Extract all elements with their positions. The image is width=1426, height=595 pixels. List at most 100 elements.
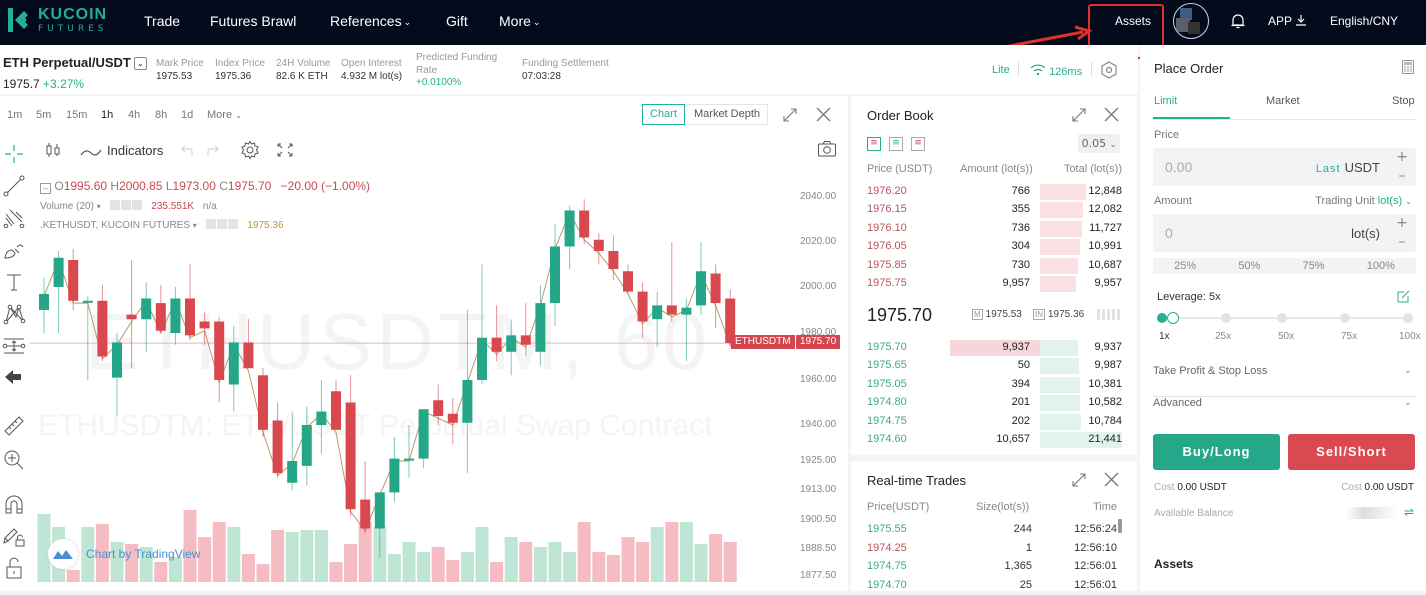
close-icon[interactable] xyxy=(1104,472,1119,487)
timeframe-15m[interactable]: 15m xyxy=(66,109,87,121)
candle[interactable] xyxy=(126,260,137,369)
tab-market[interactable]: Market xyxy=(1266,95,1300,107)
edit-leverage-icon[interactable] xyxy=(1397,290,1410,303)
trading-unit-select[interactable]: Trading Unit lot(s) ⌄ xyxy=(1315,195,1412,207)
candle[interactable] xyxy=(199,312,210,345)
candle[interactable] xyxy=(579,199,590,245)
fullscreen-icon[interactable] xyxy=(276,142,294,158)
take-profit-stop-loss-toggle[interactable]: Take Profit & Stop Loss ⌄ xyxy=(1153,365,1416,397)
ruler-icon[interactable] xyxy=(2,414,26,438)
trend-line-icon[interactable] xyxy=(2,174,26,198)
candle[interactable] xyxy=(301,407,312,486)
candle[interactable] xyxy=(564,206,575,269)
bid-row[interactable]: 1975.65 50 9,987 xyxy=(851,357,1137,375)
candle[interactable] xyxy=(637,282,648,338)
expand-icon[interactable] xyxy=(781,106,799,124)
candle[interactable] xyxy=(272,402,283,478)
leverage-slider-stop[interactable] xyxy=(1403,313,1413,323)
candle[interactable] xyxy=(447,398,458,445)
candle[interactable] xyxy=(287,411,298,491)
redo-icon[interactable] xyxy=(206,143,220,157)
percent-50-button[interactable]: 50% xyxy=(1238,258,1260,274)
candle[interactable] xyxy=(155,284,166,333)
price-input[interactable]: 0.00 Last USDT + – xyxy=(1153,148,1416,186)
close-icon[interactable] xyxy=(816,107,831,122)
leverage-slider-stop[interactable] xyxy=(1340,313,1350,323)
ask-row[interactable]: 1976.10 736 11,727 xyxy=(851,220,1137,238)
app-download[interactable]: APP xyxy=(1268,14,1307,28)
candle[interactable] xyxy=(185,264,195,341)
candle[interactable] xyxy=(593,233,604,265)
candle[interactable] xyxy=(535,284,546,366)
settings-icon[interactable] xyxy=(216,219,227,229)
ask-row[interactable]: 1975.75 9,957 9,957 xyxy=(851,275,1137,293)
candle[interactable] xyxy=(68,248,79,310)
candle[interactable] xyxy=(608,235,619,281)
candle[interactable] xyxy=(696,242,706,315)
nav-gift[interactable]: Gift xyxy=(446,13,468,29)
candle[interactable] xyxy=(214,316,225,403)
candle[interactable] xyxy=(433,384,444,426)
expand-icon[interactable] xyxy=(1070,106,1088,124)
bid-row[interactable]: 1974.80 201 10,582 xyxy=(851,394,1137,412)
percent-25-button[interactable]: 25% xyxy=(1174,258,1196,274)
candle[interactable] xyxy=(491,305,502,362)
orderbook-mode-asks[interactable]: ≡ xyxy=(911,137,925,151)
leverage-slider-stop[interactable] xyxy=(1277,313,1287,323)
remove-icon[interactable] xyxy=(227,219,238,229)
tradingview-badge[interactable]: Chart by TradingView xyxy=(48,539,201,569)
indicators-button[interactable]: Indicators xyxy=(107,143,163,158)
index-series-label[interactable]: .KETHUSDT, KUCOIN FUTURES xyxy=(40,220,190,231)
brush-icon[interactable] xyxy=(2,238,26,262)
last-price-button[interactable]: Last xyxy=(1316,163,1341,175)
candle[interactable] xyxy=(228,326,239,412)
nav-futures-brawl[interactable]: Futures Brawl xyxy=(210,13,296,29)
candle[interactable] xyxy=(710,264,721,329)
calculator-icon[interactable] xyxy=(1402,60,1414,74)
candle[interactable] xyxy=(170,287,181,345)
candle[interactable] xyxy=(243,319,254,369)
notification-bell-icon[interactable] xyxy=(1229,12,1247,30)
settings-icon[interactable] xyxy=(120,200,131,210)
magnet-icon[interactable] xyxy=(2,493,26,517)
candle[interactable] xyxy=(666,242,677,322)
timeframe-more[interactable]: More ⌄ xyxy=(207,109,242,121)
timeframe-4h[interactable]: 4h xyxy=(128,109,140,121)
tab-chart[interactable]: Chart xyxy=(642,104,685,125)
orderbook-mode-bids[interactable]: ≡ xyxy=(889,137,903,151)
candle[interactable] xyxy=(681,298,692,362)
symbol-selector[interactable]: ETH Perpetual/USDT ⌄ xyxy=(3,55,147,70)
leverage-slider-handle[interactable] xyxy=(1167,312,1179,324)
candle[interactable] xyxy=(53,251,64,333)
text-tool-icon[interactable] xyxy=(2,270,26,294)
price-increment-button[interactable]: + xyxy=(1388,148,1416,167)
settings-hex-icon[interactable] xyxy=(1101,61,1117,79)
visibility-icon[interactable] xyxy=(109,200,120,210)
candle[interactable] xyxy=(345,375,356,517)
close-icon[interactable] xyxy=(1104,107,1119,122)
bid-row[interactable]: 1975.05 394 10,381 xyxy=(851,376,1137,394)
timeframe-1d[interactable]: 1d xyxy=(181,109,193,121)
prediction-tool-icon[interactable] xyxy=(2,334,26,358)
avatar[interactable] xyxy=(1173,3,1209,39)
expand-icon[interactable] xyxy=(1070,471,1088,489)
candle[interactable] xyxy=(389,437,400,502)
remove-icon[interactable] xyxy=(131,200,142,210)
candle[interactable] xyxy=(404,425,414,478)
candle[interactable] xyxy=(258,368,268,437)
bid-row[interactable]: 1975.70 9,937 9,937 xyxy=(851,339,1137,357)
depth-precision-select[interactable]: 0.05 ⌄ xyxy=(1078,134,1120,153)
tab-stop[interactable]: Stop xyxy=(1392,95,1415,107)
nav-trade[interactable]: Trade xyxy=(144,13,180,29)
timeframe-5m[interactable]: 5m xyxy=(36,109,51,121)
scrollbar[interactable] xyxy=(1118,519,1122,533)
buy-long-button[interactable]: Buy/Long xyxy=(1153,434,1280,470)
ask-row[interactable]: 1976.15 355 12,082 xyxy=(851,201,1137,219)
timeframe-1h[interactable]: 1h xyxy=(101,109,113,121)
unlock-icon[interactable] xyxy=(2,556,26,580)
sell-short-button[interactable]: Sell/Short xyxy=(1288,434,1415,470)
candle[interactable] xyxy=(97,284,108,362)
candle[interactable] xyxy=(418,409,429,469)
crosshair-icon[interactable] xyxy=(2,142,26,166)
undo-icon[interactable] xyxy=(180,143,194,157)
